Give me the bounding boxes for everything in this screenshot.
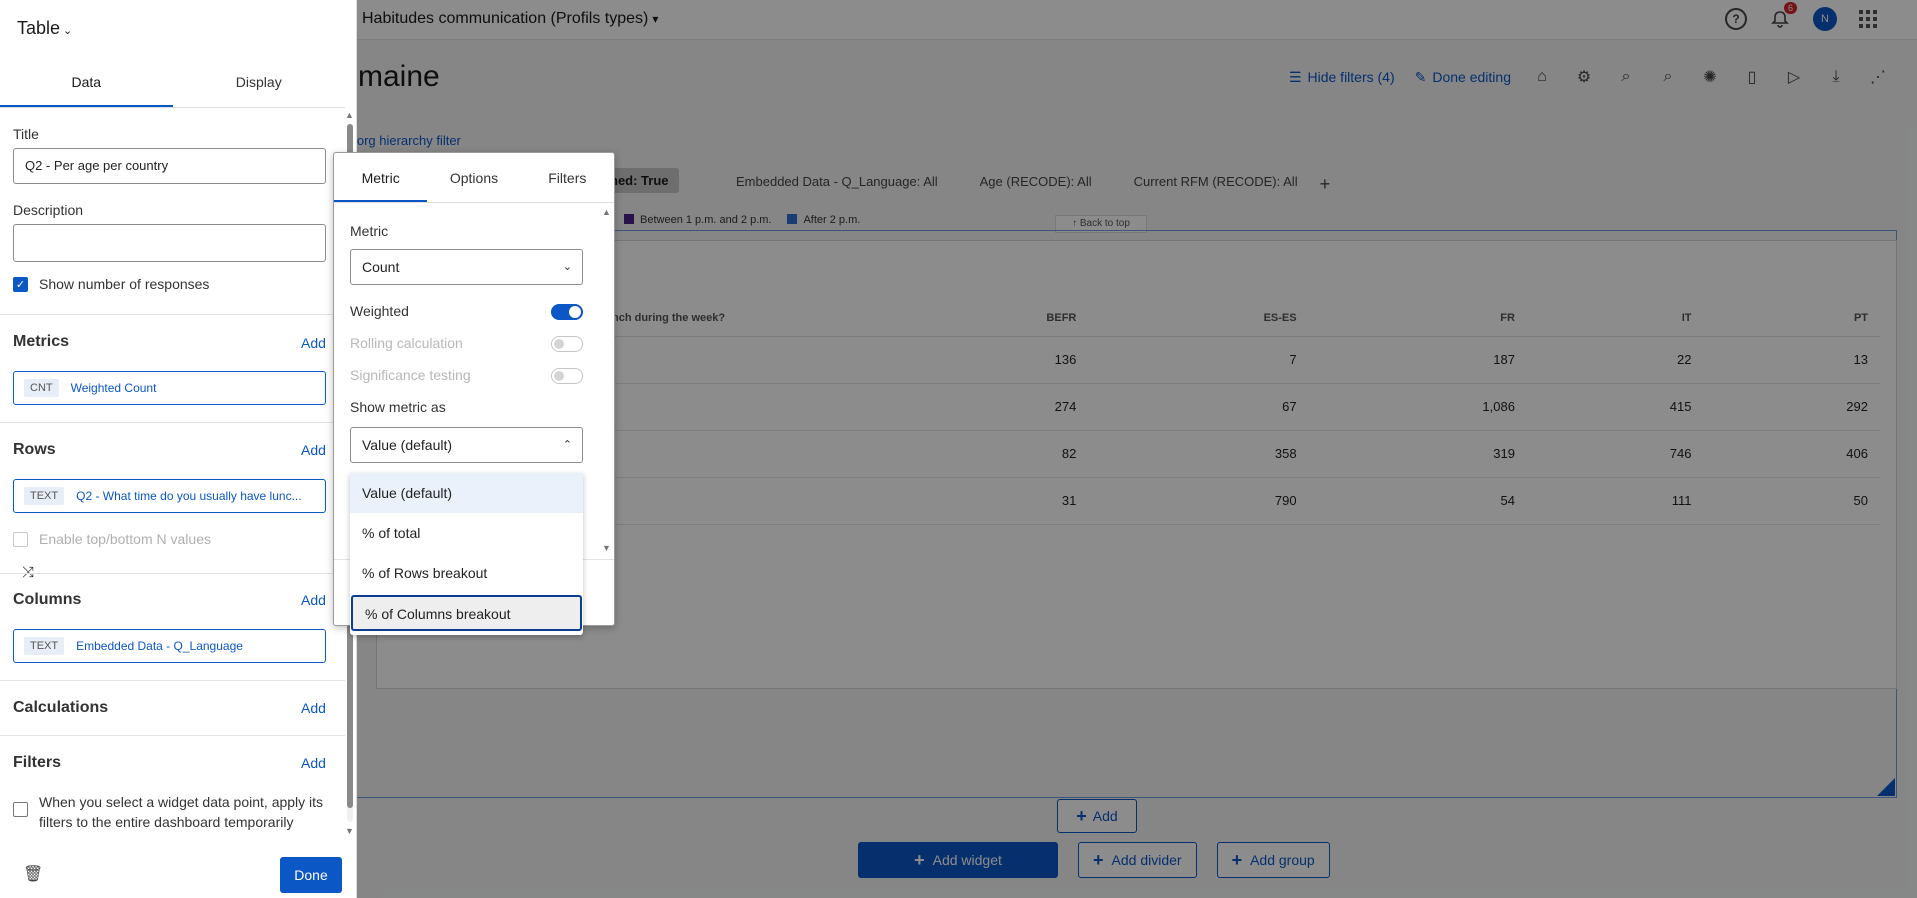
scroll-down-icon[interactable]: ▼ [602, 543, 611, 553]
metrics-title: Metrics [13, 333, 70, 350]
show-metric-as-dropdown: Value (default) % of total % of Rows bre… [350, 473, 583, 635]
top-bottom-checkbox: Enable top/bottom N values [13, 531, 211, 547]
scroll-up-icon[interactable]: ▲ [345, 110, 354, 120]
trash-icon[interactable]: 🗑 [23, 864, 43, 884]
weighted-toggle[interactable] [551, 304, 583, 320]
scroll-up-icon[interactable]: ▲ [602, 207, 611, 217]
metric-label: Metric [350, 223, 389, 239]
tab-metric[interactable]: Metric [334, 153, 428, 202]
checkbox-checked-icon: ✓ [13, 276, 28, 292]
option-percent-rows[interactable]: % of Rows breakout [350, 553, 583, 593]
widget-editor-panel: Table ⌄ Data Display Title Q2 - Per age p… [0, 0, 357, 898]
columns-title: Columns [13, 591, 82, 608]
row-name: Q2 - What time do you usually have lunc.… [76, 489, 302, 503]
rows-title: Rows [13, 441, 56, 458]
chevron-down-icon: ⌄ [562, 261, 572, 273]
tab-data[interactable]: Data [0, 64, 173, 107]
popover-scrollbar[interactable]: ▲ ▼ [602, 207, 612, 553]
title-label: Title [13, 126, 39, 142]
description-input[interactable] [13, 224, 326, 262]
panel-tabs: Data Display [0, 64, 345, 108]
checkbox-icon [13, 802, 28, 817]
rolling-label: Rolling calculation [350, 335, 463, 351]
rolling-toggle [551, 336, 583, 352]
widget-type-selector[interactable]: Table ⌄ [17, 18, 72, 39]
done-button[interactable]: Done [280, 857, 342, 893]
tab-filters[interactable]: Filters [521, 153, 614, 202]
add-filter-link[interactable]: Add [301, 755, 326, 771]
tab-display[interactable]: Display [173, 64, 346, 107]
add-column-link[interactable]: Add [301, 592, 326, 608]
checkbox-icon [13, 531, 28, 547]
title-input[interactable]: Q2 - Per age per country [13, 148, 326, 184]
metric-tag: CNT [24, 379, 59, 397]
column-pill[interactable]: TEXT Embedded Data - Q_Language [13, 629, 326, 663]
show-responses-checkbox[interactable]: ✓ Show number of responses [13, 276, 209, 292]
show-metric-as-value: Value (default) [362, 437, 453, 453]
weighted-label: Weighted [350, 303, 409, 319]
metric-select-value: Count [362, 259, 400, 275]
option-percent-columns[interactable]: % of Columns breakout [351, 595, 582, 631]
calculations-title: Calculations [13, 699, 109, 716]
apply-filters-checkbox[interactable]: When you select a widget data point, app… [13, 792, 333, 832]
column-name: Embedded Data - Q_Language [76, 639, 243, 653]
chevron-up-icon: ⌃ [562, 439, 572, 451]
significance-label: Significance testing [350, 367, 471, 383]
row-pill[interactable]: TEXT Q2 - What time do you usually have … [13, 479, 326, 513]
chevron-down-icon: ⌄ [63, 25, 73, 37]
add-calculation-link[interactable]: Add [301, 700, 326, 716]
checkbox-label: Enable top/bottom N values [39, 531, 211, 547]
add-metric-link[interactable]: Add [301, 335, 326, 351]
checkbox-label: Show number of responses [39, 276, 210, 292]
metric-select[interactable]: Count ⌄ [350, 249, 583, 285]
show-metric-as-select[interactable]: Value (default) ⌃ [350, 427, 583, 463]
description-label: Description [13, 202, 84, 218]
metric-name: Weighted Count [70, 381, 157, 395]
add-row-link[interactable]: Add [301, 442, 326, 458]
metric-pill[interactable]: CNT Weighted Count [13, 371, 326, 405]
significance-toggle [551, 368, 583, 384]
column-tag: TEXT [24, 637, 65, 655]
option-percent-total[interactable]: % of total [350, 513, 583, 553]
tab-options[interactable]: Options [427, 153, 520, 202]
scroll-down-icon[interactable]: ▼ [345, 826, 354, 836]
filters-title: Filters [13, 754, 62, 771]
checkbox-label: When you select a widget data point, app… [39, 794, 324, 830]
show-metric-as-label: Show metric as [350, 399, 446, 415]
popover-tabs: Metric Options Filters [334, 153, 614, 203]
row-tag: TEXT [24, 487, 65, 505]
option-value-default[interactable]: Value (default) [350, 473, 583, 513]
